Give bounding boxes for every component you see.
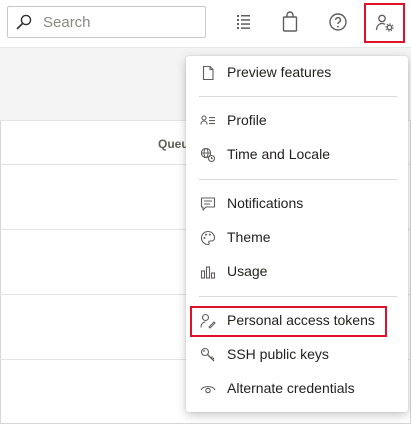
help-icon[interactable] bbox=[326, 10, 350, 34]
menu-item-label: Profile bbox=[227, 112, 267, 128]
menu-separator bbox=[199, 296, 397, 297]
menu-item-label: Usage bbox=[227, 263, 268, 279]
menu-item-label: SSH public keys bbox=[227, 346, 329, 362]
document-icon bbox=[200, 65, 216, 81]
search-placeholder: Search bbox=[43, 14, 91, 31]
top-bar: Search bbox=[0, 0, 411, 48]
key-icon bbox=[200, 347, 216, 363]
menu-separator bbox=[199, 179, 397, 180]
list-icon[interactable] bbox=[231, 10, 255, 34]
bar-chart-icon bbox=[200, 264, 216, 280]
comment-icon bbox=[200, 196, 216, 212]
menu-item-usage[interactable]: Usage bbox=[186, 257, 408, 287]
user-settings-menu: Preview features Profile Time and Locale… bbox=[186, 56, 408, 412]
eye-icon bbox=[200, 381, 216, 397]
menu-item-label: Theme bbox=[227, 229, 271, 245]
menu-item-time-and-locale[interactable]: Time and Locale bbox=[186, 140, 408, 170]
user-settings-icon bbox=[375, 14, 394, 32]
menu-item-preview-features[interactable]: Preview features bbox=[186, 58, 408, 88]
globe-icon bbox=[200, 147, 216, 163]
menu-item-personal-access-tokens[interactable]: Personal access tokens bbox=[186, 306, 408, 336]
search-box[interactable]: Search bbox=[7, 6, 206, 38]
search-icon bbox=[16, 14, 32, 30]
menu-item-theme[interactable]: Theme bbox=[186, 223, 408, 253]
menu-separator bbox=[199, 96, 397, 97]
menu-item-label: Personal access tokens bbox=[227, 312, 375, 328]
shopping-bag-icon[interactable] bbox=[278, 10, 302, 34]
menu-item-label: Notifications bbox=[227, 195, 304, 211]
menu-item-label: Time and Locale bbox=[227, 146, 330, 162]
menu-item-profile[interactable]: Profile bbox=[186, 106, 408, 136]
menu-item-label: Preview features bbox=[227, 64, 332, 80]
table-column-header: Queu bbox=[158, 137, 189, 151]
menu-item-ssh-public-keys[interactable]: SSH public keys bbox=[186, 340, 408, 370]
token-icon bbox=[200, 313, 216, 329]
menu-item-label: Alternate credentials bbox=[227, 380, 355, 396]
menu-item-notifications[interactable]: Notifications bbox=[186, 189, 408, 219]
menu-item-alternate-credentials[interactable]: Alternate credentials bbox=[186, 374, 408, 404]
profile-icon bbox=[200, 113, 216, 129]
palette-icon bbox=[200, 230, 216, 246]
user-settings-button[interactable] bbox=[364, 3, 405, 43]
